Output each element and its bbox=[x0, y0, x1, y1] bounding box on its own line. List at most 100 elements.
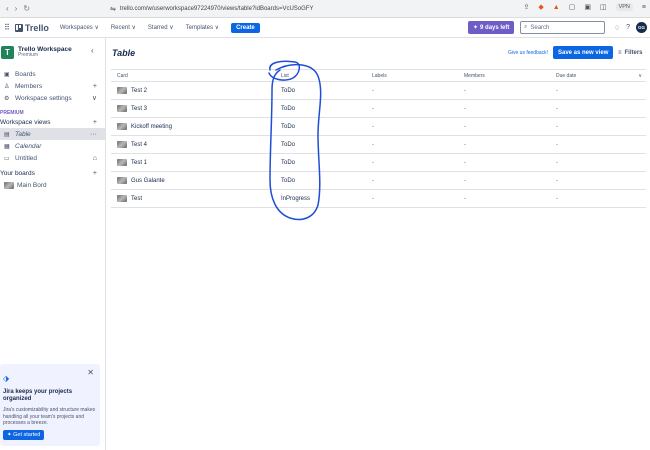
members-cell[interactable]: - bbox=[464, 117, 556, 136]
card-name[interactable]: Test 4 bbox=[131, 142, 147, 148]
due-date-cell[interactable]: - bbox=[556, 81, 646, 100]
due-date-cell[interactable]: - bbox=[556, 153, 646, 172]
page-title[interactable]: Table bbox=[112, 48, 135, 58]
get-started-button[interactable]: ✦ Get started bbox=[3, 430, 45, 440]
card-name[interactable]: Gus Galante bbox=[131, 178, 165, 184]
labels-cell[interactable]: - bbox=[372, 153, 464, 172]
filters-button[interactable]: ≡ Filters bbox=[618, 46, 643, 59]
due-date-cell[interactable]: - bbox=[556, 171, 646, 190]
labels-cell[interactable]: - bbox=[372, 135, 464, 154]
trello-logo-icon bbox=[14, 23, 23, 32]
list-cell[interactable]: ToDo bbox=[281, 171, 372, 190]
site-info-icon[interactable]: ⇋ bbox=[110, 5, 116, 13]
address-bar[interactable]: ⇋ trello.com/w/userworkspace97224970/vie… bbox=[110, 3, 480, 15]
chevron-down-icon[interactable]: ∨ bbox=[638, 73, 642, 79]
close-icon[interactable]: ✕ bbox=[87, 368, 94, 377]
extensions-icon[interactable]: ▣ bbox=[584, 3, 591, 11]
collapse-sidebar-icon[interactable]: ‹ bbox=[91, 46, 94, 55]
menu-icon[interactable]: ≡ bbox=[642, 4, 646, 11]
table-body: Test 2 ToDo - - - Test 3 ToDo - - - Kick… bbox=[111, 81, 646, 208]
rewards-icon[interactable]: ▲ bbox=[553, 4, 560, 11]
vpn-button[interactable]: VPN bbox=[615, 3, 633, 11]
sidebar-item-members[interactable]: ♙ Members + bbox=[0, 80, 105, 92]
table-row[interactable]: Test 2 ToDo - - - bbox=[111, 81, 646, 100]
due-date-cell[interactable]: - bbox=[556, 99, 646, 118]
labels-cell[interactable]: - bbox=[372, 81, 464, 100]
column-header-labels[interactable]: Labels bbox=[372, 69, 464, 82]
add-member-icon[interactable]: + bbox=[93, 83, 97, 90]
column-header-card[interactable]: Card bbox=[111, 69, 281, 82]
back-icon[interactable]: ‹ bbox=[6, 4, 9, 13]
sidebar-item-untitled[interactable]: ▭ Untitled ⌂ bbox=[0, 152, 105, 164]
forward-icon[interactable]: › bbox=[15, 4, 18, 13]
sidebar-item-workspace-settings[interactable]: ⚙ Workspace settings ∨ bbox=[0, 92, 105, 104]
sidebar-item-main-bord[interactable]: Main Bord bbox=[0, 179, 105, 191]
lock-icon: ⌂ bbox=[92, 154, 97, 162]
menu-templates[interactable]: Templates ∨ bbox=[186, 24, 219, 31]
add-board-icon[interactable]: + bbox=[93, 170, 97, 177]
sidebar-icon[interactable]: ▢ bbox=[569, 3, 576, 11]
members-cell[interactable]: - bbox=[464, 81, 556, 100]
due-date-cell[interactable]: - bbox=[556, 135, 646, 154]
list-cell[interactable]: ToDo bbox=[281, 81, 372, 100]
sidebar-item-boards[interactable]: ▣ Boards bbox=[0, 68, 105, 80]
menu-workspaces[interactable]: Workspaces ∨ bbox=[60, 24, 99, 31]
card-name[interactable]: Test 2 bbox=[131, 88, 147, 94]
notifications-icon[interactable]: ♢ bbox=[614, 24, 620, 32]
search-input[interactable]: ⌕ Search bbox=[520, 21, 605, 34]
trial-badge[interactable]: ✦ 9 days left bbox=[468, 21, 515, 34]
reload-icon[interactable]: ↻ bbox=[23, 4, 30, 13]
list-cell[interactable]: ToDo bbox=[281, 99, 372, 118]
trello-logo[interactable]: Trello bbox=[14, 23, 49, 33]
card-name[interactable]: Kickoff meeting bbox=[131, 124, 172, 130]
menu-starred[interactable]: Starred ∨ bbox=[148, 24, 174, 31]
jira-icon: ⬗ bbox=[3, 374, 10, 383]
premium-label: PREMIUM bbox=[0, 110, 24, 116]
due-date-cell[interactable]: - bbox=[556, 189, 646, 208]
card-name[interactable]: Test bbox=[131, 196, 142, 202]
help-icon[interactable]: ? bbox=[626, 24, 630, 31]
workspace-header[interactable]: T Trello Workspace Premium bbox=[0, 38, 105, 62]
list-cell[interactable]: ToDo bbox=[281, 117, 372, 136]
labels-cell[interactable]: - bbox=[372, 189, 464, 208]
filters-label: Filters bbox=[624, 49, 643, 56]
card-name[interactable]: Test 3 bbox=[131, 106, 147, 112]
column-header-members[interactable]: Members bbox=[464, 69, 556, 82]
members-cell[interactable]: - bbox=[464, 135, 556, 154]
share-icon[interactable]: ⇪ bbox=[524, 3, 530, 11]
table-row[interactable]: Test 4 ToDo - - - bbox=[111, 135, 646, 154]
create-button[interactable]: Create bbox=[231, 22, 260, 33]
labels-cell[interactable]: - bbox=[372, 171, 464, 190]
due-date-cell[interactable]: - bbox=[556, 117, 646, 136]
table-row[interactable]: Gus Galante ToDo - - - bbox=[111, 171, 646, 190]
column-header-due-date[interactable]: Due date ∨ bbox=[556, 69, 646, 82]
table-row[interactable]: Kickoff meeting ToDo - - - bbox=[111, 117, 646, 136]
members-cell[interactable]: - bbox=[464, 171, 556, 190]
column-header-list[interactable]: List bbox=[281, 69, 372, 82]
table-row[interactable]: Test 3 ToDo - - - bbox=[111, 99, 646, 118]
members-cell[interactable]: - bbox=[464, 99, 556, 118]
menu-recent[interactable]: Recent ∨ bbox=[111, 24, 136, 31]
table-row[interactable]: Test 1 ToDo - - - bbox=[111, 153, 646, 172]
members-cell[interactable]: - bbox=[464, 153, 556, 172]
list-cell[interactable]: InProgress bbox=[281, 189, 372, 208]
feedback-link[interactable]: Give us feedback! bbox=[508, 50, 548, 56]
calendar-icon: ▦ bbox=[4, 143, 10, 150]
add-view-icon[interactable]: + bbox=[93, 119, 97, 126]
card-name[interactable]: Test 1 bbox=[131, 160, 147, 166]
sidebar-item-table[interactable]: ▤ Table ··· bbox=[0, 128, 105, 140]
app-switcher-icon[interactable]: ⠿ bbox=[4, 23, 10, 32]
avatar[interactable]: GG bbox=[636, 22, 647, 33]
list-cell[interactable]: ToDo bbox=[281, 153, 372, 172]
boards-icon: ▣ bbox=[4, 71, 10, 78]
brave-shield-icon[interactable]: ◆ bbox=[538, 3, 543, 11]
labels-cell[interactable]: - bbox=[372, 117, 464, 136]
labels-cell[interactable]: - bbox=[372, 99, 464, 118]
members-cell[interactable]: - bbox=[464, 189, 556, 208]
list-cell[interactable]: ToDo bbox=[281, 135, 372, 154]
save-view-button[interactable]: Save as new view bbox=[553, 46, 614, 59]
more-icon[interactable]: ··· bbox=[90, 131, 97, 138]
table-row[interactable]: Test InProgress - - - bbox=[111, 189, 646, 208]
wallet-icon[interactable]: ◫ bbox=[600, 3, 607, 11]
sidebar-item-calendar[interactable]: ▦ Calendar bbox=[0, 140, 105, 152]
